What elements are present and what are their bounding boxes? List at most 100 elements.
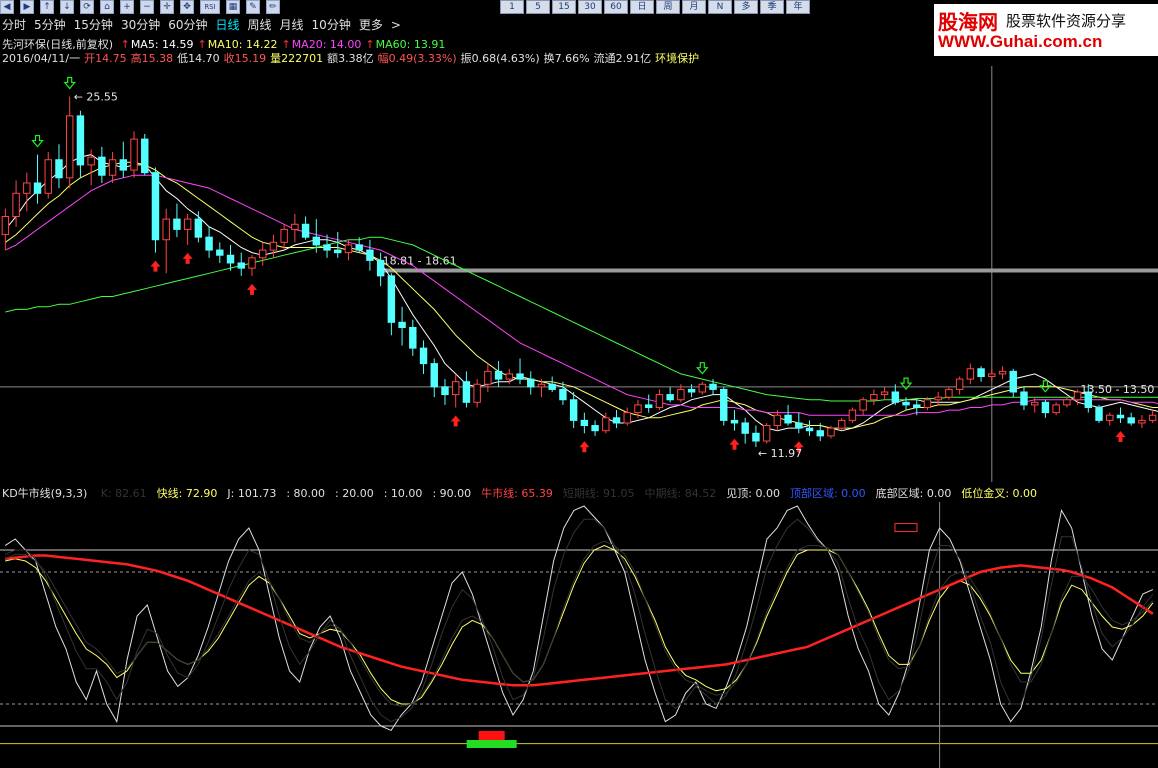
candle xyxy=(1,208,10,251)
period-button[interactable]: 15 xyxy=(552,0,576,14)
back-icon[interactable]: ◀ xyxy=(0,0,14,14)
candle xyxy=(966,363,975,385)
tab-6[interactable]: 周线 xyxy=(248,17,272,33)
quote-field-0: 2016/04/11/一 xyxy=(2,52,81,65)
period-button[interactable]: 年 xyxy=(786,0,810,14)
more-chevron-icon[interactable]: > xyxy=(391,17,401,33)
buy-arrow-icon xyxy=(1115,430,1126,442)
indicator-value-3: : 80.00 xyxy=(286,487,326,500)
pencil-icon[interactable]: ✏ xyxy=(266,0,280,14)
quote-field-7: 幅0.49(3.33%) xyxy=(377,52,457,65)
candle xyxy=(1052,402,1060,416)
candle xyxy=(194,211,203,243)
tab-5[interactable]: 日线 xyxy=(216,17,240,33)
period-button[interactable]: 5 xyxy=(526,0,550,14)
candle xyxy=(516,358,524,385)
tab-4[interactable]: 60分钟 xyxy=(168,17,207,33)
quote-field-2: 高15.38 xyxy=(130,52,174,65)
period-button[interactable]: 1 xyxy=(500,0,524,14)
candle xyxy=(1106,412,1114,426)
candle xyxy=(1127,412,1135,426)
candle xyxy=(484,363,492,392)
period-button[interactable]: N xyxy=(708,0,732,14)
candle xyxy=(226,244,235,271)
candle xyxy=(76,110,85,178)
tab-9[interactable]: 更多 xyxy=(359,17,383,33)
candle xyxy=(773,410,782,431)
tab-7[interactable]: 月线 xyxy=(280,17,304,33)
candle xyxy=(419,340,428,374)
quote-field-10: 流通2.91亿 xyxy=(593,52,652,65)
tab-0[interactable]: 分时 xyxy=(2,17,26,33)
draw-icon[interactable]: ✎ xyxy=(246,0,260,14)
candle xyxy=(795,412,803,434)
kd-indicator-chart[interactable] xyxy=(0,502,1158,768)
ma-info-row: 先河环保(日线,前复权) ↑MA5: 14.59 ↑MA10: 14.22 ↑MA2… xyxy=(2,38,449,52)
sell-arrow-icon xyxy=(31,134,44,148)
ma-up-arrow-icon: ↑ xyxy=(281,38,291,51)
refresh-icon[interactable]: ⟳ xyxy=(80,0,94,14)
period-button[interactable]: 60 xyxy=(604,0,628,14)
candle xyxy=(591,420,599,436)
candle xyxy=(130,131,138,178)
quote-field-9: 换7.66% xyxy=(543,52,590,65)
tab-8[interactable]: 10分钟 xyxy=(312,17,351,33)
period-button[interactable]: 日 xyxy=(630,0,654,14)
candle xyxy=(730,410,739,431)
table-icon[interactable]: ▦ xyxy=(226,0,240,14)
indicator-value-6: : 90.00 xyxy=(432,487,472,500)
forward-icon[interactable]: ▶ xyxy=(20,0,34,14)
candle xyxy=(998,366,1007,380)
home-icon[interactable]: ⌂ xyxy=(100,0,114,14)
candle xyxy=(784,404,792,426)
crosshair-icon[interactable]: ✛ xyxy=(160,0,174,14)
indicator-value-12: 底部区域: 0.00 xyxy=(875,487,952,500)
candle xyxy=(183,213,192,245)
candle xyxy=(698,381,707,395)
tab-2[interactable]: 15分钟 xyxy=(74,17,113,33)
period-button[interactable]: 月 xyxy=(682,0,706,14)
candle xyxy=(462,371,471,408)
buy-arrow-icon xyxy=(150,260,161,272)
up-arrow-icon[interactable]: ↑ xyxy=(40,0,54,14)
zoom-out-icon[interactable]: − xyxy=(140,0,154,14)
period-button[interactable]: 30 xyxy=(578,0,602,14)
quote-field-8: 振0.68(4.63%) xyxy=(460,52,540,65)
candle xyxy=(162,208,170,274)
pan-icon[interactable]: ✥ xyxy=(180,0,194,14)
candle xyxy=(334,232,342,258)
price-chart[interactable]: 18.81 - 18.61← 25.55← 11.9713.50 - 13.50 xyxy=(0,66,1158,482)
indicator-info-row: KD牛市线(9,3,3) K: 82.61 快线: 72.90 J: 101.73:… xyxy=(2,487,1041,501)
candle xyxy=(612,410,621,429)
indicator-value-2: J: 101.73 xyxy=(227,487,277,500)
ma-value-3: MA60: 13.91 xyxy=(375,38,446,51)
logo-slogan: 股票软件资源分享 xyxy=(1006,12,1127,30)
down-arrow-icon[interactable]: ↓ xyxy=(60,0,74,14)
ma-line-MA20 xyxy=(5,174,1158,416)
candle xyxy=(880,386,889,400)
toolbar-icon-row: ◀ ▶ ↑ ↓ ⟳ ⌂ + − ✛ ✥ RSI ▦ ✎ ✏ xyxy=(0,0,280,14)
candle xyxy=(23,172,31,212)
rsi-icon[interactable]: RSI xyxy=(200,0,220,14)
quote-field-5: 量222701 xyxy=(270,52,324,65)
tab-3[interactable]: 30分钟 xyxy=(121,17,160,33)
candle xyxy=(430,358,438,398)
candle xyxy=(387,273,396,336)
indicator-value-8: 短期线: 91.05 xyxy=(562,487,635,500)
bottom-zone-marker xyxy=(466,740,517,748)
indicator-title: KD牛市线(9,3,3) xyxy=(2,487,88,500)
buy-arrow-icon xyxy=(579,441,590,453)
period-button[interactable]: 周 xyxy=(656,0,680,14)
tab-1[interactable]: 5分钟 xyxy=(34,17,66,33)
quote-info-row: 2016/04/11/一 开14.75 高15.38 低14.70 收15.19 量222… xyxy=(2,52,703,66)
period-button[interactable]: 多 xyxy=(734,0,758,14)
period-button[interactable]: 季 xyxy=(760,0,784,14)
indicator-value-0: K: 82.61 xyxy=(100,487,147,500)
zoom-in-icon[interactable]: + xyxy=(120,0,134,14)
logo-url: WWW.Guhai.com.cn xyxy=(938,32,1103,51)
candle xyxy=(923,397,932,411)
candle xyxy=(301,216,310,240)
candle xyxy=(173,203,181,238)
buy-arrow-icon xyxy=(729,438,740,450)
candle xyxy=(441,379,449,405)
